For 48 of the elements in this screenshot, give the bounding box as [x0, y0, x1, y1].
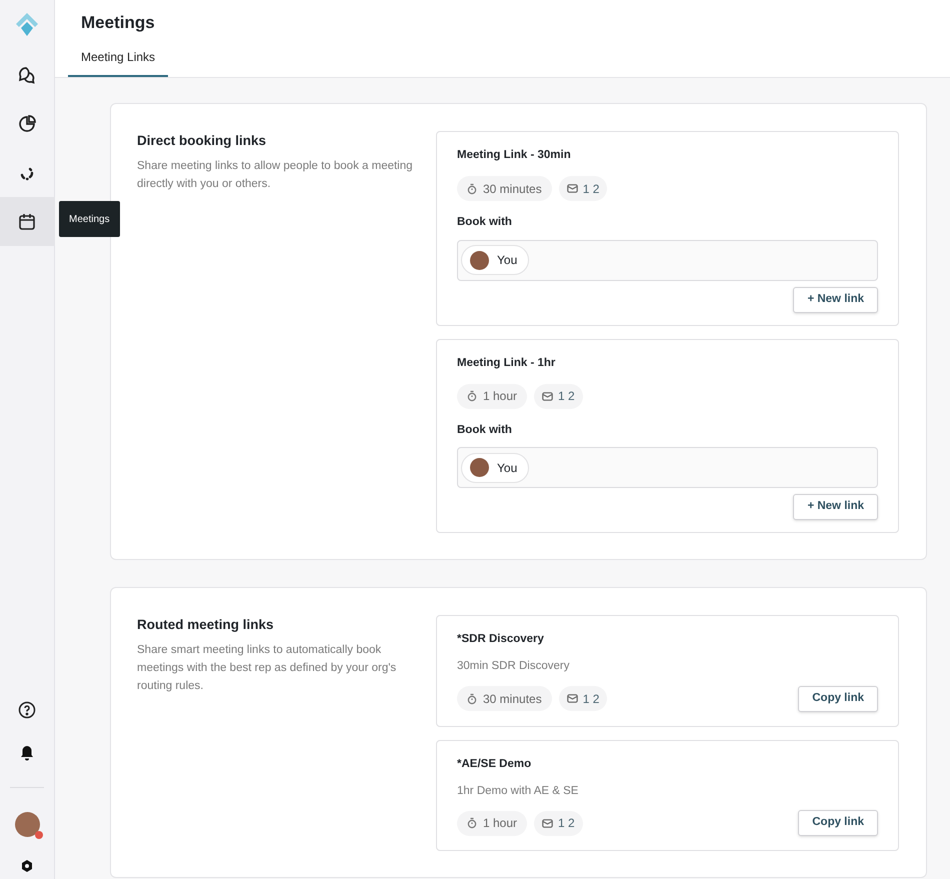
mail-icon [542, 818, 554, 828]
duration-text: 30 minutes [483, 180, 542, 198]
mail-icon [566, 694, 578, 703]
person-name: You [497, 460, 518, 476]
link-subtitle: 30min SDR Discovery [457, 659, 570, 674]
link-subtitle: 1hr Demo with AE & SE [457, 784, 580, 799]
nav-item[interactable] [0, 197, 54, 246]
stopwatch-icon [467, 182, 477, 195]
people-field[interactable]: You [457, 447, 878, 488]
count-text: 1 2 [582, 690, 600, 708]
section-description: Share smart meeting links to automatically book meetings with the best rep as defined by your org's routing rules. [137, 643, 398, 694]
mail-icon [566, 184, 578, 194]
person-avatar [470, 458, 489, 477]
book-with-label: Book with [457, 422, 513, 438]
mail-icon [542, 392, 554, 401]
link-title: Meeting Link - 1hr [457, 356, 556, 370]
count-text: 1 2 [558, 815, 575, 832]
chat-bubbles-icon[interactable] [17, 64, 37, 84]
bell-icon[interactable] [20, 745, 34, 761]
help-icon[interactable] [18, 701, 36, 719]
settings-icon[interactable] [20, 859, 34, 873]
count-text: 1 2 [558, 388, 575, 406]
people-field[interactable]: You [457, 240, 878, 280]
stopwatch-icon [467, 390, 477, 402]
link-button[interactable]: + New link [793, 286, 878, 312]
person-avatar [470, 250, 489, 270]
duration-text: 1 hour [483, 815, 518, 832]
count-text: 1 2 [582, 180, 600, 198]
section-description: Share meeting links to allow people to book a meeting directly with you or others. [137, 159, 414, 192]
duration-text: 1 hour [483, 388, 518, 406]
person-name: You [497, 252, 518, 269]
pie-chart-icon[interactable] [17, 114, 37, 134]
page-title: Meetings [81, 12, 156, 34]
user-avatar[interactable] [14, 812, 40, 837]
tooltip: Meetings [59, 201, 120, 237]
book-with-label: Book with [457, 215, 513, 230]
link-button[interactable]: + New link [793, 494, 878, 520]
link-button[interactable]: Copy link [798, 686, 878, 712]
link-button[interactable]: Copy link [798, 810, 878, 836]
link-title: *SDR Discovery [457, 632, 545, 647]
section-title: Routed meeting links [137, 616, 275, 634]
link-title: *AE/SE Demo [457, 756, 532, 772]
section-title: Direct booking links [137, 132, 268, 150]
stopwatch-icon [467, 817, 477, 829]
duration-text: 30 minutes [483, 690, 542, 708]
link-title: Meeting Link - 30min [457, 148, 572, 163]
stopwatch-icon [467, 692, 477, 704]
calendar-icon[interactable] [17, 212, 37, 232]
